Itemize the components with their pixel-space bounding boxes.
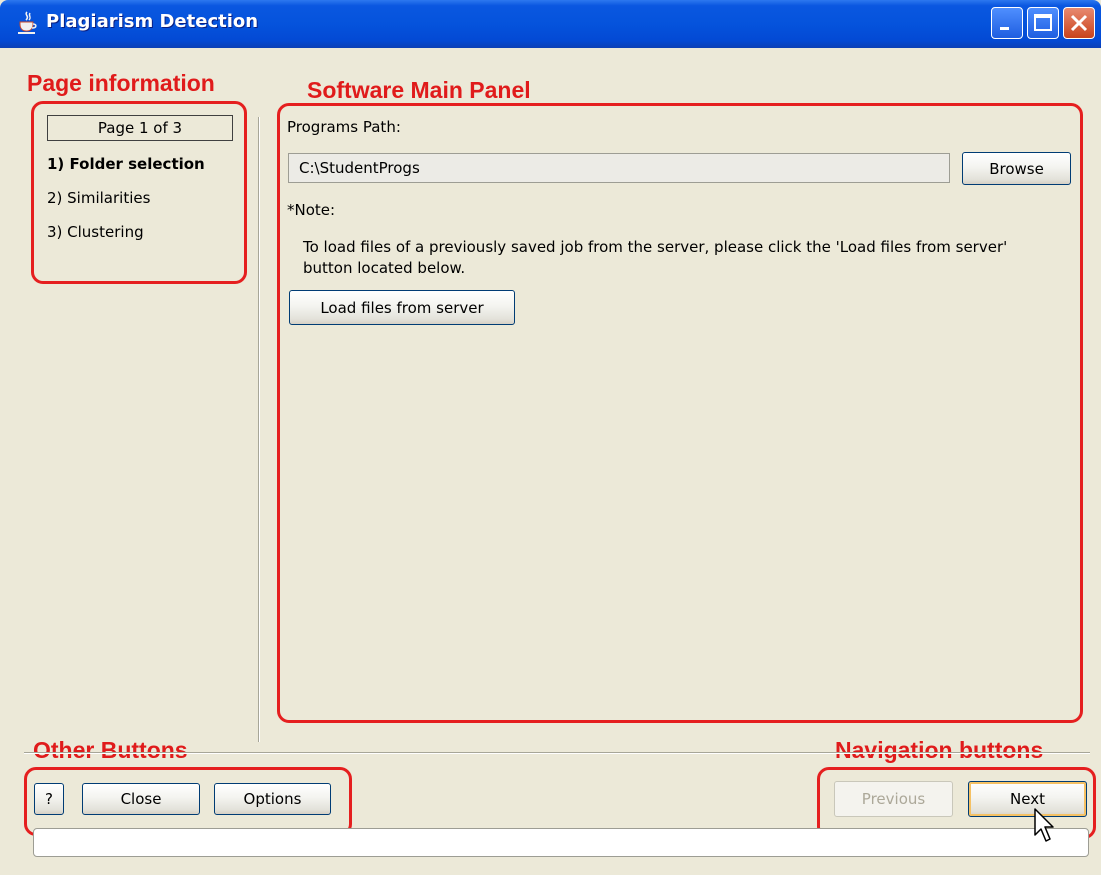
minimize-button[interactable] [991, 7, 1023, 39]
annotation-software-main-panel: Software Main Panel [307, 77, 531, 103]
close-button[interactable]: Close [82, 783, 200, 815]
annotation-page-information: Page information [27, 70, 215, 96]
note-label: *Note: [287, 201, 336, 219]
note-text-line1: To load files of a previously saved job … [303, 238, 1008, 256]
close-icon [1070, 14, 1088, 32]
next-button[interactable]: Next [968, 781, 1087, 817]
browse-button[interactable]: Browse [962, 152, 1071, 185]
horizontal-divider [24, 752, 1090, 753]
step-folder-selection: 1) Folder selection [47, 155, 205, 173]
close-window-button[interactable] [1063, 7, 1095, 39]
annotation-box-main-panel [277, 103, 1083, 723]
annotation-navigation-buttons: Navigation buttons [835, 737, 1044, 763]
help-button[interactable]: ? [34, 783, 64, 815]
application-window: Plagiarism Detection Page information So… [0, 0, 1101, 875]
programs-path-label: Programs Path: [287, 118, 401, 136]
vertical-divider [258, 117, 259, 742]
minimize-icon [1000, 27, 1009, 30]
previous-button[interactable]: Previous [834, 781, 953, 817]
window-title: Plagiarism Detection [46, 11, 259, 32]
options-button[interactable]: Options [214, 783, 331, 815]
maximize-icon [1034, 14, 1052, 31]
note-text-line2: button located below. [303, 259, 466, 277]
page-indicator: Page 1 of 3 [47, 115, 233, 141]
maximize-button[interactable] [1027, 7, 1059, 39]
programs-path-field[interactable]: C:\StudentProgs [288, 153, 950, 183]
step-similarities: 2) Similarities [47, 189, 151, 207]
title-bar[interactable]: Plagiarism Detection [0, 0, 1101, 48]
progress-bar [33, 828, 1089, 857]
step-clustering: 3) Clustering [47, 223, 144, 241]
load-files-from-server-button[interactable]: Load files from server [289, 290, 515, 325]
mouse-pointer-icon [1034, 808, 1054, 842]
annotation-other-buttons: Other Buttons [33, 737, 188, 763]
java-coffee-cup-icon [18, 11, 37, 34]
